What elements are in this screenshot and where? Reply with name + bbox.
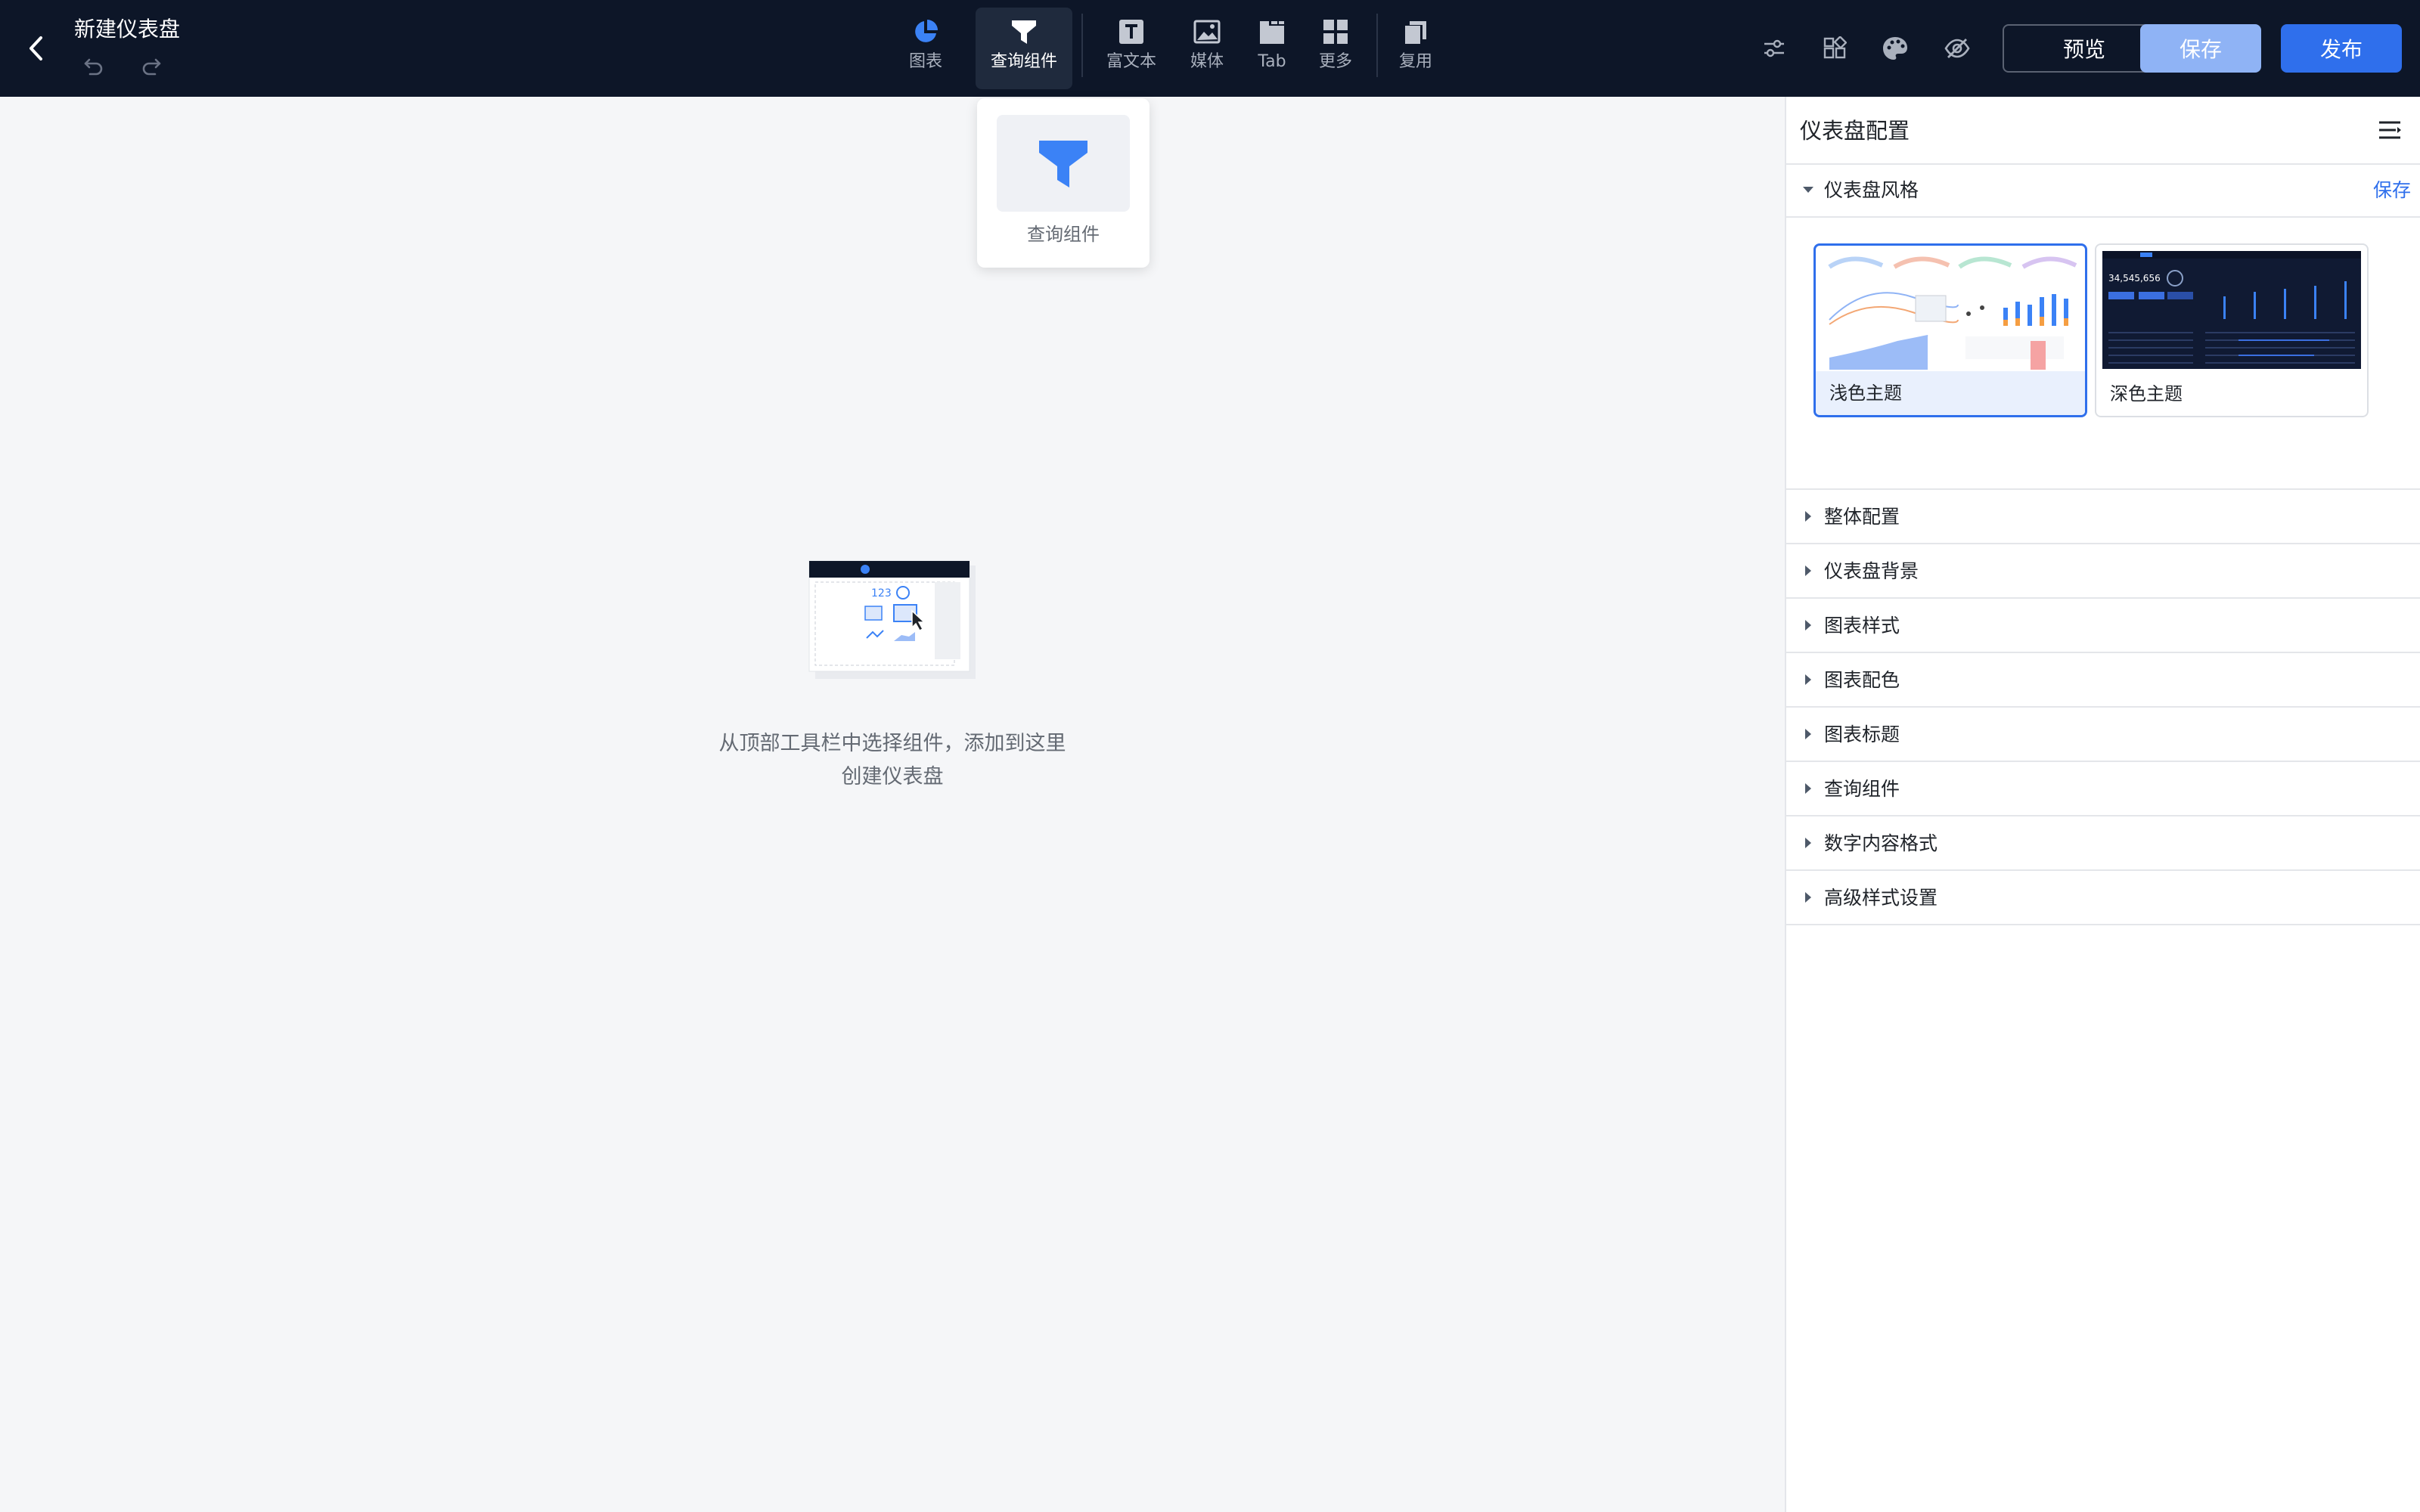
redo-icon [142, 58, 161, 76]
caret-right-icon [1805, 565, 1811, 576]
tool-tab-label: Tab [1258, 52, 1286, 71]
section-chart-title[interactable]: 图表标题 [1786, 706, 2420, 761]
section-dashboard-background-title: 仪表盘背景 [1824, 560, 1919, 582]
caret-right-icon [1805, 511, 1811, 522]
section-dashboard-background[interactable]: 仪表盘背景 [1786, 543, 2420, 597]
undo-button[interactable] [80, 53, 107, 80]
palette-icon [1883, 37, 1907, 60]
svg-text:123: 123 [871, 587, 892, 600]
style-save-link[interactable]: 保存 [2373, 175, 2411, 206]
section-overall-config-title: 整体配置 [1824, 506, 1900, 528]
publish-button[interactable]: 发布 [2281, 24, 2402, 73]
section-advanced-style-title: 高级样式设置 [1824, 887, 1938, 909]
caret-right-icon [1805, 674, 1811, 685]
tool-more[interactable]: 更多 [1313, 8, 1358, 89]
query-component-tile[interactable] [997, 115, 1130, 212]
text-icon [1119, 20, 1143, 44]
filter-icon [1039, 141, 1087, 187]
tool-richtext[interactable]: 富文本 [1101, 8, 1162, 89]
dashboard-title[interactable]: 新建仪表盘 [74, 15, 180, 44]
caret-right-icon [1805, 729, 1811, 739]
panel-header: 仪表盘配置 [1786, 97, 2420, 165]
empty-state-line2: 创建仪表盘 [841, 765, 944, 789]
grid-icon [1323, 20, 1348, 44]
copy-icon [1405, 21, 1426, 44]
collapse-menu-icon [2379, 121, 2401, 139]
tool-reuse[interactable]: 复用 [1393, 8, 1438, 89]
pie-chart-icon [915, 20, 938, 42]
sliders-icon [1764, 39, 1784, 57]
tool-tab[interactable]: Tab [1249, 8, 1295, 89]
tool-query[interactable]: 查询组件 [976, 8, 1072, 89]
caret-down-icon [1803, 187, 1813, 193]
query-component-popover: 查询组件 [977, 98, 1150, 268]
theme-light-label: 浅色主题 [1816, 371, 2085, 415]
top-bar: 新建仪表盘 图表 查询组件 富文本 媒体 Tab 更多 复用 预览 保存 发布 [0, 0, 2420, 97]
section-query-component[interactable]: 查询组件 [1786, 761, 2420, 815]
save-button[interactable]: 保存 [2140, 24, 2261, 73]
theme-palette-button[interactable] [1877, 30, 1913, 67]
hide-button[interactable] [1939, 30, 1975, 67]
tool-media-label: 媒体 [1190, 52, 1224, 71]
caret-right-icon [1805, 892, 1811, 903]
section-number-format[interactable]: 数字内容格式 [1786, 815, 2420, 869]
section-dashboard-style-title: 仪表盘风格 [1824, 179, 1919, 201]
dark-theme-kpi: 34,545,656 [2108, 273, 2161, 284]
light-theme-thumbnail [1822, 252, 2080, 370]
empty-state-line1: 从顶部工具栏中选择组件，添加到这里 [718, 732, 1066, 755]
layout-button[interactable] [1817, 30, 1853, 67]
tool-chart-label: 图表 [908, 52, 942, 71]
empty-state-message: 从顶部工具栏中选择组件，添加到这里 创建仪表盘 [650, 727, 1134, 794]
section-dashboard-style[interactable]: 仪表盘风格 保存 [1786, 165, 2420, 218]
settings-sliders-button[interactable] [1756, 30, 1792, 67]
section-chart-style[interactable]: 图表样式 [1786, 597, 2420, 652]
section-divider [1786, 924, 2420, 925]
caret-right-icon [1805, 620, 1811, 631]
panel-menu-button[interactable] [2375, 115, 2405, 145]
dark-theme-thumbnail: 34,545,656 [2102, 251, 2361, 369]
section-query-component-title: 查询组件 [1824, 778, 1900, 800]
section-advanced-style[interactable]: 高级样式设置 [1786, 869, 2420, 924]
tool-richtext-label: 富文本 [1106, 52, 1156, 71]
dashboard-config-panel: 仪表盘配置 仪表盘风格 保存 浅色主题 34,545,656 深色主题 整体配置… [1785, 97, 2420, 1512]
caret-right-icon [1805, 838, 1811, 848]
chevron-left-icon [29, 36, 42, 60]
section-chart-colors-title: 图表配色 [1824, 669, 1900, 691]
tool-reuse-label: 复用 [1398, 52, 1432, 71]
toolbar-divider [1081, 14, 1083, 77]
section-chart-title-title: 图表标题 [1824, 723, 1900, 745]
layout-icon [1823, 36, 1847, 59]
query-component-tile-label: 查询组件 [1027, 224, 1100, 245]
undo-icon [84, 58, 103, 76]
theme-card-light[interactable]: 浅色主题 [1813, 243, 2087, 417]
theme-dark-label: 深色主题 [2110, 383, 2183, 404]
image-icon [1193, 20, 1221, 44]
empty-state-illustration: 123 [808, 558, 977, 682]
caret-right-icon [1805, 783, 1811, 794]
section-chart-style-title: 图表样式 [1824, 615, 1900, 637]
redo-button[interactable] [138, 53, 165, 80]
section-number-format-title: 数字内容格式 [1824, 832, 1938, 854]
section-overall-config[interactable]: 整体配置 [1786, 488, 2420, 543]
section-chart-colors[interactable]: 图表配色 [1786, 652, 2420, 706]
tool-more-label: 更多 [1318, 52, 1352, 71]
tool-chart[interactable]: 图表 [903, 8, 948, 89]
panel-title: 仪表盘配置 [1800, 118, 1910, 144]
tab-icon [1260, 21, 1284, 44]
filter-icon [1012, 20, 1036, 44]
tool-query-label: 查询组件 [990, 52, 1057, 71]
toolbar-divider [1376, 14, 1378, 77]
eye-off-icon [1944, 39, 1970, 58]
tool-media[interactable]: 媒体 [1184, 8, 1230, 89]
theme-card-dark[interactable]: 34,545,656 深色主题 [2095, 243, 2369, 417]
back-button[interactable] [21, 30, 51, 67]
